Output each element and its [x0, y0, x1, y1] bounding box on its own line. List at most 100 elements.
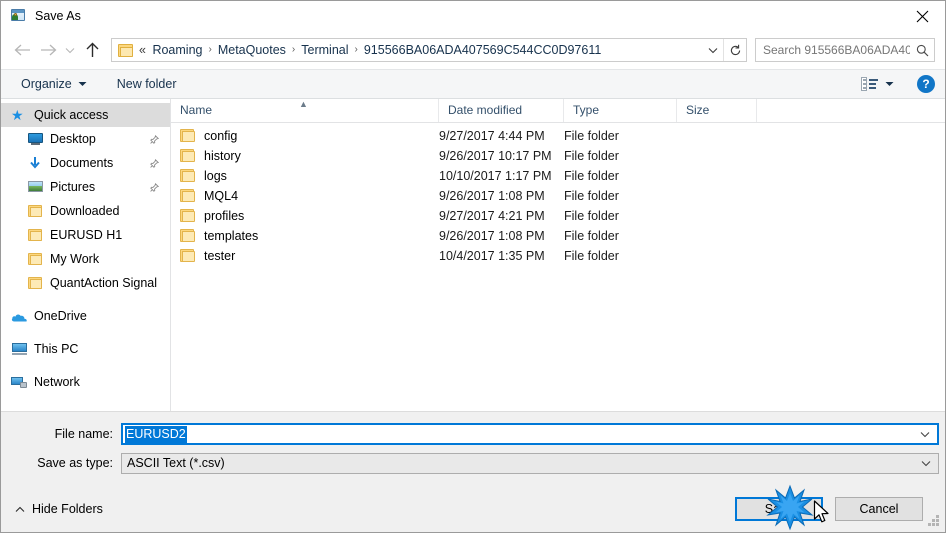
help-button[interactable]: ?	[917, 75, 935, 93]
star-icon: ★	[11, 107, 24, 123]
file-name-label: logs	[204, 169, 227, 183]
file-name-cell: profiles	[171, 209, 439, 223]
breadcrumb-item-roaming[interactable]: Roaming	[148, 43, 206, 57]
sidebar-item-quick-access[interactable]: ★ Quick access	[1, 103, 170, 127]
save-button[interactable]: Save	[735, 497, 823, 521]
refresh-icon[interactable]	[723, 39, 746, 61]
file-name-label: config	[204, 129, 238, 143]
address-bar[interactable]: « Roaming › MetaQuotes › Terminal › 9155…	[111, 38, 747, 62]
table-row[interactable]: history 9/26/2017 10:17 PM File folder	[171, 146, 945, 166]
sidebar-item-label: Quick access	[34, 108, 109, 122]
window-title: Save As	[35, 9, 81, 23]
sidebar-item-downloaded[interactable]: Downloaded	[1, 199, 170, 223]
table-row[interactable]: MQL4 9/26/2017 1:08 PM File folder	[171, 186, 945, 206]
file-list-pane: Name ▲ Date modified Type Size config 9/…	[171, 99, 945, 411]
save-as-type-select[interactable]: ASCII Text (*.csv)	[121, 452, 939, 474]
column-header-type[interactable]: Type	[564, 99, 677, 122]
sidebar-item-label: This PC	[34, 342, 79, 356]
table-row[interactable]: logs 10/10/2017 1:17 PM File folder	[171, 166, 945, 186]
sort-ascending-icon: ▲	[299, 99, 308, 109]
file-date-cell: 10/10/2017 1:17 PM	[439, 169, 552, 183]
dialog-button-row: Hide Folders Save Cancel	[1, 496, 945, 522]
back-arrow-icon[interactable]	[9, 37, 35, 63]
chevron-down-icon[interactable]	[885, 81, 894, 87]
hide-folders-button[interactable]: Hide Folders	[15, 502, 103, 516]
file-date-cell: 9/27/2017 4:44 PM	[439, 129, 545, 143]
view-list-icon	[861, 77, 878, 91]
table-row[interactable]: tester 10/4/2017 1:35 PM File folder	[171, 246, 945, 266]
chevron-down-icon[interactable]	[921, 460, 931, 467]
chevron-down-icon[interactable]	[920, 431, 930, 438]
file-date-cell: 9/27/2017 4:21 PM	[439, 209, 545, 223]
file-name-value: EURUSD2	[125, 425, 187, 443]
network-icon	[11, 374, 28, 390]
file-name-label: File name:	[54, 427, 113, 441]
file-type-cell: File folder	[564, 209, 619, 223]
cancel-button[interactable]: Cancel	[835, 497, 923, 521]
breadcrumb-separator-icon: ›	[291, 44, 296, 55]
save-as-type-value: ASCII Text (*.csv)	[127, 456, 225, 470]
forward-arrow-icon[interactable]	[35, 37, 61, 63]
file-name-label: profiles	[204, 209, 245, 223]
search-box[interactable]: Search 915566BA06ADA40756...	[755, 38, 935, 62]
up-arrow-icon[interactable]	[79, 37, 105, 63]
sidebar-item-this-pc[interactable]: This PC	[1, 337, 170, 361]
file-type-cell: File folder	[564, 189, 619, 203]
table-row[interactable]: templates 9/26/2017 1:08 PM File folder	[171, 226, 945, 246]
folder-icon	[27, 203, 44, 219]
sidebar-item-label: QuantAction Signal	[50, 276, 158, 290]
sidebar-item-label: Desktop	[50, 132, 96, 146]
file-type-cell: File folder	[564, 129, 619, 143]
breadcrumb-separator-icon: ›	[354, 44, 358, 55]
file-type-cell: File folder	[564, 169, 619, 183]
table-row[interactable]: profiles 9/27/2017 4:21 PM File folder	[171, 206, 945, 226]
folder-icon	[27, 275, 44, 291]
folder-icon	[180, 229, 196, 243]
file-date-cell: 9/26/2017 1:08 PM	[439, 229, 545, 243]
pin-icon[interactable]	[149, 182, 160, 192]
new-folder-button[interactable]: New folder	[111, 73, 183, 95]
breadcrumb-item-terminal[interactable]: Terminal	[297, 43, 352, 57]
sidebar-item-onedrive[interactable]: OneDrive	[1, 304, 170, 328]
sidebar-item-label: Downloaded	[50, 204, 120, 218]
file-name-input[interactable]: EURUSD2	[121, 423, 939, 445]
sidebar-item-pictures[interactable]: Pictures	[1, 175, 170, 199]
file-name-cell: config	[171, 129, 439, 143]
search-icon[interactable]	[910, 44, 934, 57]
sidebar-item-label: Pictures	[50, 180, 96, 194]
search-input[interactable]: Search 915566BA06ADA40756...	[756, 43, 910, 57]
breadcrumb-overflow[interactable]: «	[134, 43, 148, 57]
sidebar-item-documents[interactable]: Documents	[1, 151, 170, 175]
column-header-date-modified[interactable]: Date modified	[439, 99, 564, 122]
dialog-body: ★ Quick access Desktop Documents Picture…	[1, 99, 945, 411]
desktop-icon	[27, 131, 44, 147]
sidebar-item-quantaction-signal[interactable]: QuantAction Signal	[1, 271, 170, 295]
column-header-size[interactable]: Size	[677, 99, 757, 122]
file-name-row: File name: EURUSD2	[1, 421, 945, 447]
file-name-cell: tester	[171, 249, 439, 263]
column-header-name[interactable]: Name ▲	[171, 99, 439, 122]
folder-icon	[180, 149, 196, 163]
title-bar: Save As	[1, 1, 945, 31]
breadcrumb-item-terminal-id[interactable]: 915566BA06ADA407569C544CC0D97611	[360, 43, 605, 57]
resize-grip[interactable]	[928, 515, 940, 527]
dialog-footer: File name: EURUSD2 Save as type: ASCII T…	[1, 411, 945, 532]
file-name-label: templates	[204, 229, 259, 243]
sidebar-item-my-work[interactable]: My Work	[1, 247, 170, 271]
view-options-button[interactable]	[858, 73, 897, 95]
pin-icon[interactable]	[149, 134, 160, 144]
breadcrumb-item-metaquotes[interactable]: MetaQuotes	[214, 43, 290, 57]
recent-locations-chevron-icon[interactable]	[61, 37, 79, 63]
sidebar-item-label: Network	[34, 375, 80, 389]
organize-button[interactable]: Organize	[15, 73, 93, 95]
chevron-down-icon	[78, 81, 87, 87]
sidebar-item-desktop[interactable]: Desktop	[1, 127, 170, 151]
pin-icon[interactable]	[149, 158, 160, 168]
file-rows: config 9/27/2017 4:44 PM File folder his…	[171, 123, 945, 411]
folder-icon	[180, 169, 196, 183]
chevron-down-icon[interactable]	[703, 47, 723, 54]
sidebar-item-eurusd-h1[interactable]: EURUSD H1	[1, 223, 170, 247]
sidebar-item-network[interactable]: Network	[1, 370, 170, 394]
table-row[interactable]: config 9/27/2017 4:44 PM File folder	[171, 126, 945, 146]
close-icon[interactable]	[899, 1, 945, 31]
